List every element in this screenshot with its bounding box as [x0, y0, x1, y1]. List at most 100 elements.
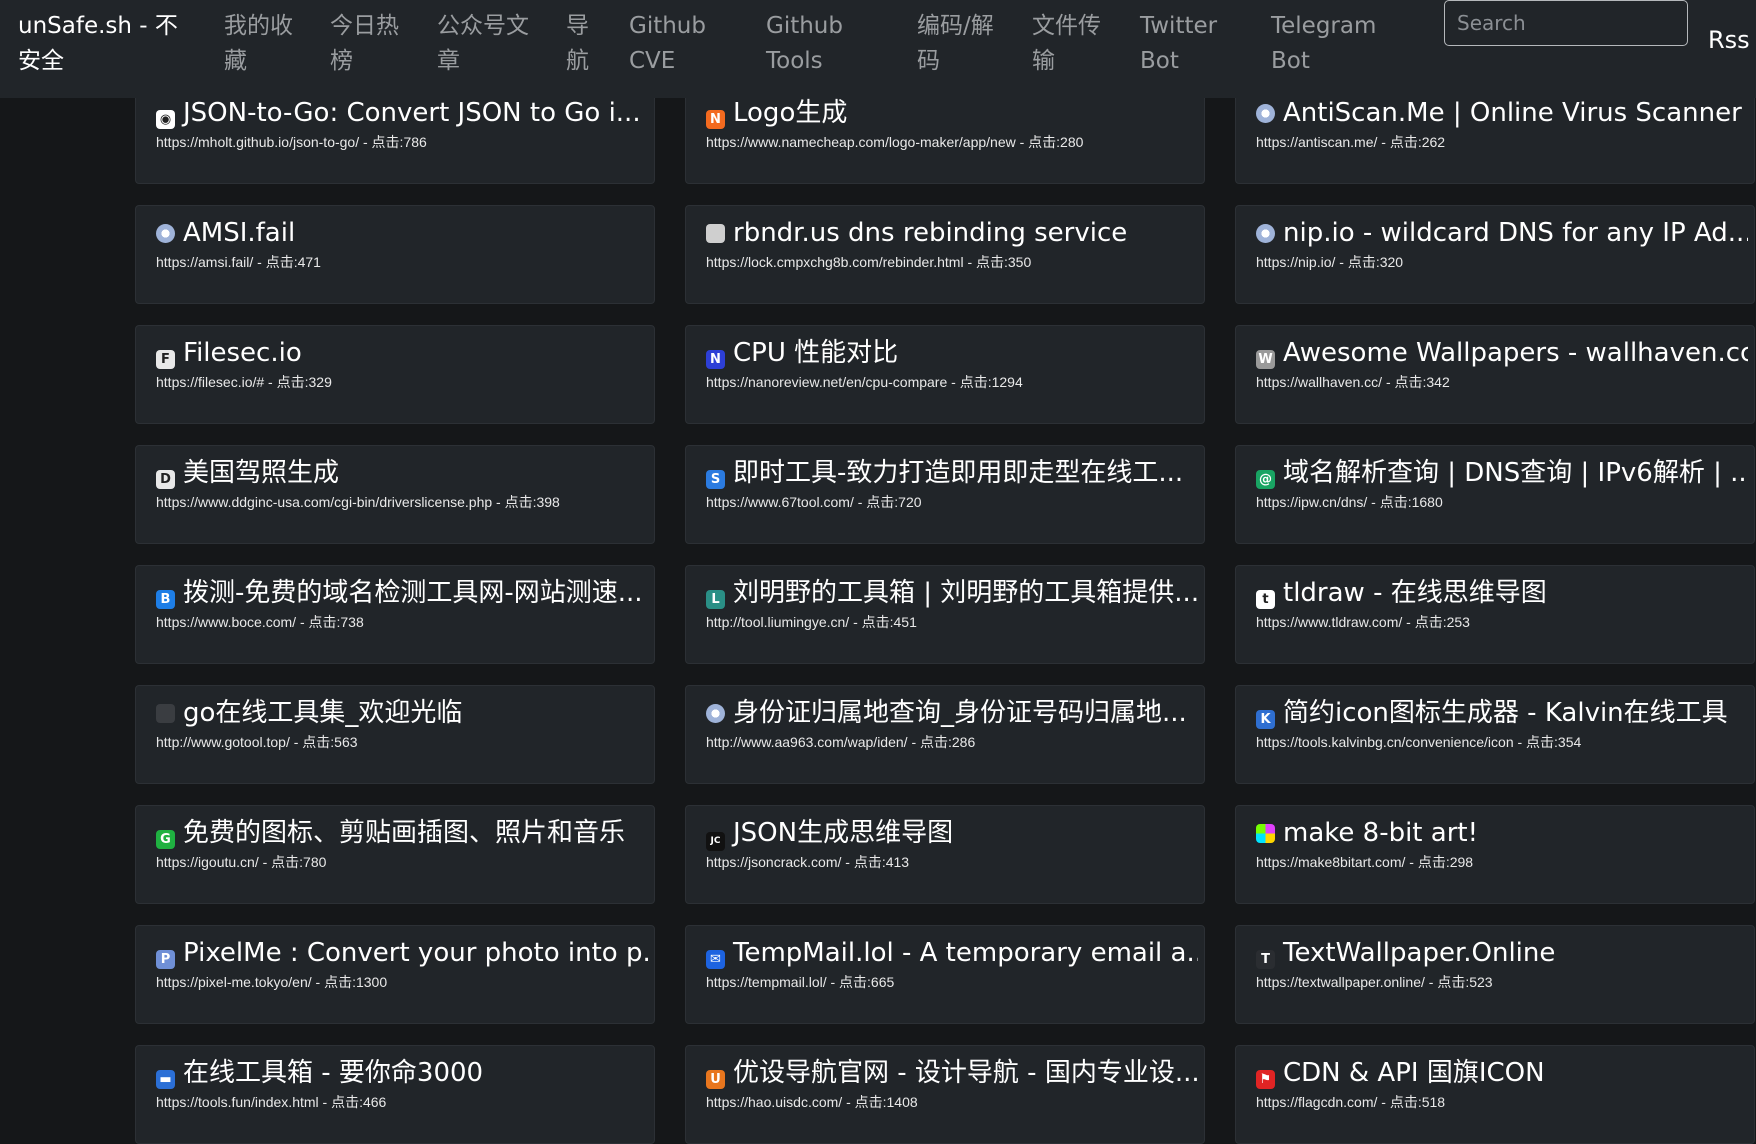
bookmark-url: https://antiscan.me/ - 点击:262: [1256, 134, 1446, 150]
bookmark-title-text: PixelMe : Convert your photo into p...: [183, 938, 648, 968]
bookmark-title-text: make 8-bit art!: [1283, 818, 1478, 848]
rss-link[interactable]: Rss: [1708, 26, 1750, 54]
bookmark-url: https://lock.cmpxchg8b.com/rebinder.html…: [706, 254, 1032, 270]
bookmark-title-text: TempMail.lol - A temporary email a...: [733, 938, 1198, 968]
bookmark-url: http://tool.liumingye.cn/ - 点击:451: [706, 614, 917, 630]
bookmark-card[interactable]: N CPU 性能对比 https://nanoreview.net/en/cpu-c…: [685, 325, 1205, 424]
bookmark-title[interactable]: AntiScan.Me | Online Virus Scanner ...: [1256, 96, 1748, 130]
bookmark-title[interactable]: B 拨测-免费的域名检测工具网-网站测速...: [156, 576, 648, 610]
nav-telegram-bot[interactable]: Telegram Bot: [1271, 9, 1381, 79]
bookmark-title[interactable]: L 刘明野的工具箱 | 刘明野的工具箱提供...: [706, 576, 1198, 610]
bookmark-url: https://www.boce.com/ - 点击:738: [156, 614, 364, 630]
bookmark-title-text: 优设导航官网 - 设计导航 - 国内专业设...: [733, 1058, 1198, 1088]
bookmark-url: https://ipw.cn/dns/ - 点击:1680: [1256, 494, 1443, 510]
bookmark-card[interactable]: U 优设导航官网 - 设计导航 - 国内专业设... https://hao.uis…: [685, 1045, 1205, 1144]
bookmark-title-text: Logo生成: [733, 98, 848, 128]
bookmark-card[interactable]: S 即时工具-致力打造即用即走型在线工... https://www.67tool.…: [685, 445, 1205, 544]
bookmark-card[interactable]: ◉ JSON-to-Go: Convert JSON to Go i... http…: [135, 85, 655, 184]
bookmark-title[interactable]: nip.io - wildcard DNS for any IP Ad...: [1256, 216, 1748, 250]
bookmark-title[interactable]: 身份证归属地查询_身份证号码归属地...: [706, 696, 1198, 730]
bookmark-card[interactable]: nip.io - wildcard DNS for any IP Ad... ht…: [1235, 205, 1755, 304]
bookmark-card[interactable]: ⚑ CDN & API 国旗ICON https://flagcdn.com/ - …: [1235, 1045, 1755, 1144]
bookmark-card[interactable]: G 免费的图标、剪贴画插图、照片和音乐 https://igoutu.cn/ - 点…: [135, 805, 655, 904]
bookmark-title[interactable]: F Filesec.io: [156, 336, 648, 370]
bookmark-title[interactable]: U 优设导航官网 - 设计导航 - 国内专业设...: [706, 1056, 1198, 1090]
nav-github-tools[interactable]: Github Tools: [766, 9, 856, 79]
bookmark-title[interactable]: t tldraw - 在线思维导图: [1256, 576, 1748, 610]
nav-github-cve[interactable]: Github CVE: [629, 9, 719, 79]
mail-icon: ✉: [706, 950, 725, 969]
nav-twitter-bot[interactable]: Twitter Bot: [1140, 9, 1230, 79]
bookmark-title[interactable]: AMSI.fail: [156, 216, 648, 250]
bookmark-title[interactable]: ◉ JSON-to-Go: Convert JSON to Go i...: [156, 96, 648, 130]
bookmark-title[interactable]: ⚑ CDN & API 国旗ICON: [1256, 1056, 1748, 1090]
bookmark-card[interactable]: W Awesome Wallpapers - wallhaven.cc https:…: [1235, 325, 1755, 424]
bookmark-card[interactable]: ✉ TempMail.lol - A temporary email a... ht…: [685, 925, 1205, 1024]
bookmark-title[interactable]: D 美国驾照生成: [156, 456, 648, 490]
bookmark-card[interactable]: AMSI.fail https://amsi.fail/ - 点击:471: [135, 205, 655, 304]
bookmark-url: https://flagcdn.com/ - 点击:518: [1256, 1094, 1446, 1110]
bookmark-url: https://www.namecheap.com/logo-maker/app…: [706, 134, 1084, 150]
bookmark-card[interactable]: t tldraw - 在线思维导图 https://www.tldraw.com/ …: [1235, 565, 1755, 664]
bookmark-title[interactable]: S 即时工具-致力打造即用即走型在线工...: [706, 456, 1198, 490]
bookmark-url: https://tools.kalvinbg.cn/convenience/ic…: [1256, 734, 1582, 750]
nav-favorites[interactable]: 我的收藏: [224, 9, 296, 79]
page-icon: [706, 224, 725, 243]
nav-file-transfer[interactable]: 文件传输: [1032, 9, 1104, 79]
nav-hot-today[interactable]: 今日热榜: [330, 9, 402, 79]
bookmark-title-text: AntiScan.Me | Online Virus Scanner ...: [1283, 98, 1748, 128]
bookmark-card[interactable]: D 美国驾照生成 https://www.ddginc-usa.com/cgi-bi…: [135, 445, 655, 544]
bookmark-title[interactable]: P PixelMe : Convert your photo into p...: [156, 936, 648, 970]
bookmark-title[interactable]: make 8-bit art!: [1256, 816, 1748, 850]
bookmark-card[interactable]: N Logo生成 https://www.namecheap.com/logo-ma…: [685, 85, 1205, 184]
bookmark-card[interactable]: make 8-bit art! https://make8bitart.com/ …: [1235, 805, 1755, 904]
uisdc-icon: U: [706, 1070, 725, 1089]
bookmark-card[interactable]: T TextWallpaper.Online https://textwallpap…: [1235, 925, 1755, 1024]
nav-encode-decode[interactable]: 编码/解码: [917, 9, 999, 79]
bookmark-card[interactable]: go在线工具集_欢迎光临 http://www.gotool.top/ - 点击:…: [135, 685, 655, 784]
bookmark-title[interactable]: K 简约icon图标生成器 - Kalvin在线工具: [1256, 696, 1748, 730]
bookmark-url: http://www.aa963.com/wap/iden/ - 点击:286: [706, 734, 976, 750]
bookmark-card[interactable]: K 简约icon图标生成器 - Kalvin在线工具 https://tools.k…: [1235, 685, 1755, 784]
boce-icon: B: [156, 590, 175, 609]
search-input[interactable]: [1444, 0, 1688, 46]
bookmark-title-text: JSON-to-Go: Convert JSON to Go i...: [183, 98, 641, 128]
bookmark-title[interactable]: N CPU 性能对比: [706, 336, 1198, 370]
bookmark-url: https://www.ddginc-usa.com/cgi-bin/drive…: [156, 494, 560, 510]
bookmark-url: https://jsoncrack.com/ - 点击:413: [706, 854, 910, 870]
bookmark-title-text: Awesome Wallpapers - wallhaven.cc: [1283, 338, 1748, 368]
bookmark-title[interactable]: ▬ 在线工具箱 - 要你命3000: [156, 1056, 648, 1090]
bookmark-card[interactable]: rbndr.us dns rebinding service https://lo…: [685, 205, 1205, 304]
site-brand[interactable]: unSafe.sh - 不安全: [18, 9, 198, 79]
bookmark-title[interactable]: go在线工具集_欢迎光临: [156, 696, 648, 730]
bookmark-card[interactable]: ▬ 在线工具箱 - 要你命3000 https://tools.fun/index.…: [135, 1045, 655, 1144]
bookmark-card[interactable]: JC JSON生成思维导图 https://jsoncrack.com/ - 点击:…: [685, 805, 1205, 904]
bookmark-title[interactable]: JC JSON生成思维导图: [706, 816, 1198, 851]
text-icon: T: [1256, 950, 1275, 969]
bookmark-url: https://wallhaven.cc/ - 点击:342: [1256, 374, 1450, 390]
bookmark-title[interactable]: N Logo生成: [706, 96, 1198, 130]
bookmark-title-text: 简约icon图标生成器 - Kalvin在线工具: [1283, 698, 1728, 728]
bookmark-url: http://www.gotool.top/ - 点击:563: [156, 734, 358, 750]
bookmark-title-text: nip.io - wildcard DNS for any IP Ad...: [1283, 218, 1748, 248]
bookmark-card[interactable]: P PixelMe : Convert your photo into p... h…: [135, 925, 655, 1024]
bookmark-card[interactable]: AntiScan.Me | Online Virus Scanner ... ht…: [1235, 85, 1755, 184]
bookmark-url: https://mholt.github.io/json-to-go/ - 点击…: [156, 134, 427, 150]
bookmark-card[interactable]: L 刘明野的工具箱 | 刘明野的工具箱提供... http://tool.liumi…: [685, 565, 1205, 664]
bookmark-title[interactable]: ✉ TempMail.lol - A temporary email a...: [706, 936, 1198, 970]
bookmark-card[interactable]: B 拨测-免费的域名检测工具网-网站测速... https://www.boce.c…: [135, 565, 655, 664]
filesec-icon: F: [156, 350, 175, 369]
github-icon: ◉: [156, 110, 175, 129]
bookmark-title[interactable]: G 免费的图标、剪贴画插图、照片和音乐: [156, 816, 648, 850]
bookmark-title[interactable]: rbndr.us dns rebinding service: [706, 216, 1198, 250]
nav-wechat-articles[interactable]: 公众号文章: [437, 9, 532, 79]
bookmark-title[interactable]: W Awesome Wallpapers - wallhaven.cc: [1256, 336, 1748, 370]
bookmark-url: https://pixel-me.tokyo/en/ - 点击:1300: [156, 974, 388, 990]
bookmark-title[interactable]: @ 域名解析查询 | DNS查询 | IPv6解析 | ...: [1256, 456, 1748, 490]
nav-navigation[interactable]: 导航: [566, 9, 592, 79]
bookmark-url: https://make8bitart.com/ - 点击:298: [1256, 854, 1474, 870]
bookmark-card[interactable]: F Filesec.io https://filesec.io/# - 点击:329: [135, 325, 655, 424]
bookmark-card[interactable]: 身份证归属地查询_身份证号码归属地... http://www.aa963.com…: [685, 685, 1205, 784]
bookmark-card[interactable]: @ 域名解析查询 | DNS查询 | IPv6解析 | ... https://ip…: [1235, 445, 1755, 544]
bookmark-title[interactable]: T TextWallpaper.Online: [1256, 936, 1748, 970]
